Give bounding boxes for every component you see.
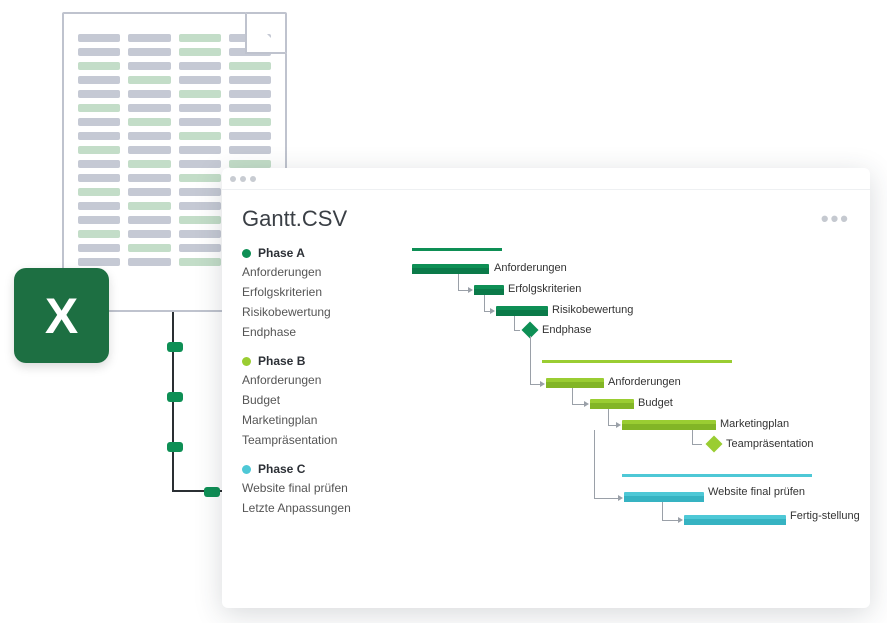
task-row[interactable]: Risikobewertung bbox=[242, 302, 412, 322]
summary-bar[interactable] bbox=[542, 360, 732, 363]
task-row[interactable]: Erfolgskriterien bbox=[242, 282, 412, 302]
task-bar-label: Fertig-stellung bbox=[790, 510, 850, 522]
excel-icon: X bbox=[14, 268, 109, 363]
task-bar-label: Erfolgskriterien bbox=[508, 283, 581, 295]
summary-bar[interactable] bbox=[412, 248, 502, 251]
phase-label: Phase A bbox=[258, 246, 305, 260]
phase-bullet-icon bbox=[242, 357, 251, 366]
task-bar-label: Anforderungen bbox=[608, 376, 681, 388]
more-icon[interactable]: ••• bbox=[821, 206, 850, 232]
task-bar-label: Website final prüfen bbox=[708, 486, 805, 498]
gantt-window: Gantt.CSV ••• Phase A Anforderungen Erfo… bbox=[222, 168, 870, 608]
task-row[interactable]: Letzte Anpassungen bbox=[242, 498, 412, 518]
window-chrome bbox=[222, 168, 870, 190]
phase-label: Phase C bbox=[258, 462, 305, 476]
phase-header-a[interactable]: Phase A bbox=[242, 242, 412, 262]
summary-bar[interactable] bbox=[622, 474, 812, 477]
task-row[interactable]: Anforderungen bbox=[242, 262, 412, 282]
phase-bullet-icon bbox=[242, 249, 251, 258]
gantt-title: Gantt.CSV bbox=[242, 206, 347, 232]
milestone-icon[interactable] bbox=[706, 436, 723, 453]
task-row[interactable]: Budget bbox=[242, 390, 412, 410]
task-row[interactable]: Endphase bbox=[242, 322, 412, 342]
task-list: Phase A Anforderungen Erfolgskriterien R… bbox=[242, 242, 412, 596]
phase-bullet-icon bbox=[242, 465, 251, 474]
task-row[interactable]: Anforderungen bbox=[242, 370, 412, 390]
task-bar-label: Budget bbox=[638, 397, 673, 409]
task-bar-label: Risikobewertung bbox=[552, 304, 633, 316]
phase-label: Phase B bbox=[258, 354, 305, 368]
gantt-chart: Anforderungen Erfolgskriterien Risikobew… bbox=[412, 242, 850, 596]
connector-line bbox=[172, 490, 224, 492]
task-bar-label: Anforderungen bbox=[494, 262, 567, 274]
task-bar-label: Marketingplan bbox=[720, 418, 789, 430]
task-bar-label: Teampräsentation bbox=[726, 438, 813, 450]
connector-line bbox=[172, 312, 174, 492]
task-row[interactable]: Teampräsentation bbox=[242, 430, 412, 450]
phase-header-b[interactable]: Phase B bbox=[242, 350, 412, 370]
task-bar-label: Endphase bbox=[542, 324, 592, 336]
phase-header-c[interactable]: Phase C bbox=[242, 458, 412, 478]
task-row[interactable]: Marketingplan bbox=[242, 410, 412, 430]
task-row[interactable]: Website final prüfen bbox=[242, 478, 412, 498]
